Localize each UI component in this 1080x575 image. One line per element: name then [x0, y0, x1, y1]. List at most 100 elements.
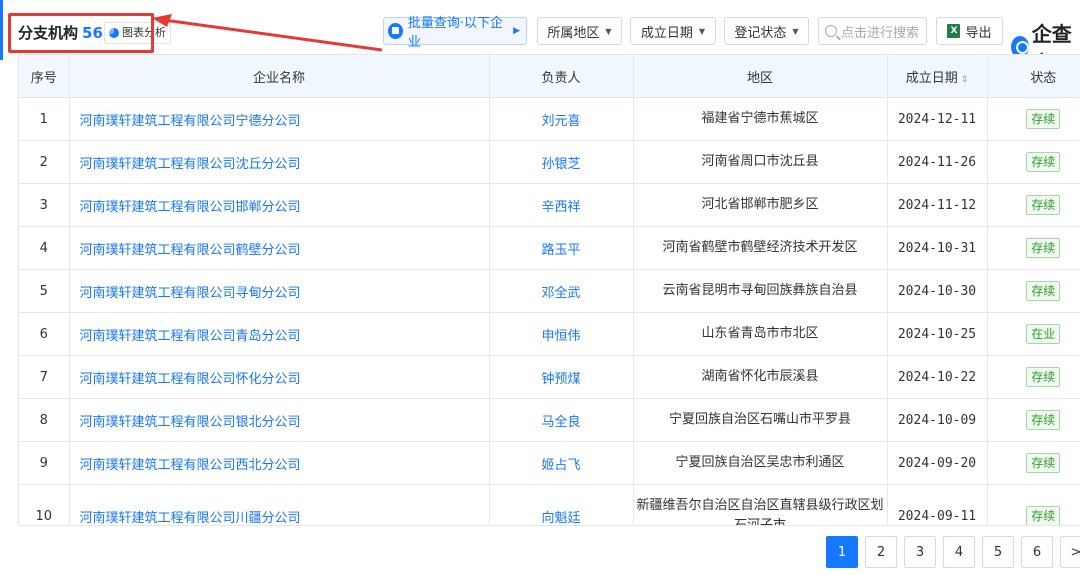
- status-filter-label: 登记状态: [734, 25, 787, 41]
- company-name-link[interactable]: 河南璞轩建筑工程有限公司鹤壁分公司: [69, 226, 490, 270]
- chevron-down-icon: ▼: [792, 26, 799, 36]
- row-number: 5: [19, 269, 70, 313]
- table-row: 3 河南璞轩建筑工程有限公司邯郸分公司 辛西祥 河北省邯郸市肥乡区 2024-11-12…: [19, 183, 1080, 227]
- sort-icon[interactable]: ⇕: [961, 75, 969, 85]
- batch-query-label: 批量查询·以下企业: [407, 16, 503, 50]
- company-name-link[interactable]: 河南璞轩建筑工程有限公司邯郸分公司: [69, 183, 490, 227]
- established-date: 2024-11-12: [887, 183, 988, 227]
- row-number: 10: [19, 484, 70, 525]
- status-cell: 在业: [987, 312, 1080, 356]
- search-icon: [825, 25, 837, 37]
- status-cell: 存续: [987, 226, 1080, 270]
- section-header: 分支机构 56 图表分析 ■ 批量查询·以下企业 ▶ 所属地区 ▼ 成立日期 ▼ …: [0, 0, 1080, 75]
- annotation-highlight-box: [8, 13, 154, 53]
- region-cell: 宁夏回族自治区吴忠市利通区: [633, 441, 888, 485]
- col-header-date[interactable]: 成立日期 ⇕: [887, 55, 988, 98]
- table-row: 5 河南璞轩建筑工程有限公司寻甸分公司 邓全武 云南省昆明市寻甸回族彝族自治县 2024…: [19, 269, 1080, 313]
- row-number: 3: [19, 183, 70, 227]
- page-button-5[interactable]: 5: [982, 536, 1014, 568]
- table-row: 2 河南璞轩建筑工程有限公司沈丘分公司 孙银芝 河南省周口市沈丘县 2024-11-26…: [19, 140, 1080, 184]
- status-badge: 存续: [1026, 195, 1061, 215]
- status-badge: 存续: [1026, 453, 1061, 473]
- status-cell: 存续: [987, 441, 1080, 485]
- table-row: 1 河南璞轩建筑工程有限公司宁德分公司 刘元喜 福建省宁德市蕉城区 2024-12-11…: [19, 97, 1080, 141]
- row-number: 4: [19, 226, 70, 270]
- established-date: 2024-10-25: [887, 312, 988, 356]
- company-name-link[interactable]: 河南璞轩建筑工程有限公司寻甸分公司: [69, 269, 490, 313]
- col-header-company: 企业名称: [69, 55, 490, 98]
- row-number: 6: [19, 312, 70, 356]
- established-date: 2024-10-22: [887, 355, 988, 399]
- person-name-link[interactable]: 姬占飞: [489, 441, 634, 485]
- row-number: 2: [19, 140, 70, 184]
- date-filter-dropdown[interactable]: 成立日期 ▼: [630, 17, 716, 45]
- person-name-link[interactable]: 向魁廷: [489, 484, 634, 525]
- status-badge: 存续: [1026, 152, 1061, 172]
- col-header-date-label: 成立日期: [905, 70, 958, 86]
- region-cell: 宁夏回族自治区石嘴山市平罗县: [633, 398, 888, 442]
- status-badge: 在业: [1026, 324, 1061, 344]
- search-input[interactable]: 点击进行搜索: [818, 17, 927, 45]
- table-header-row: 序号 企业名称 负责人 地区 成立日期 ⇕ 状态: [19, 55, 1080, 98]
- pagination: 1 2 3 4 5 6 >: [826, 536, 1080, 568]
- region-cell: 新疆维吾尔自治区自治区直辖县级行政区划石河子市: [633, 484, 888, 525]
- status-cell: 存续: [987, 269, 1080, 313]
- region-cell: 河南省周口市沈丘县: [633, 140, 888, 184]
- table-row: 9 河南璞轩建筑工程有限公司西北分公司 姬占飞 宁夏回族自治区吴忠市利通区 2024-0…: [19, 441, 1080, 485]
- region-cell: 河北省邯郸市肥乡区: [633, 183, 888, 227]
- person-name-link[interactable]: 辛西祥: [489, 183, 634, 227]
- caret-right-icon: ▶: [513, 26, 520, 36]
- region-cell: 山东省青岛市市北区: [633, 312, 888, 356]
- status-badge: 存续: [1026, 410, 1061, 430]
- region-cell: 福建省宁德市蕉城区: [633, 97, 888, 141]
- next-page-button[interactable]: >: [1060, 536, 1080, 568]
- company-name-link[interactable]: 河南璞轩建筑工程有限公司青岛分公司: [69, 312, 490, 356]
- company-name-link[interactable]: 河南璞轩建筑工程有限公司怀化分公司: [69, 355, 490, 399]
- status-badge: 存续: [1026, 238, 1061, 258]
- person-name-link[interactable]: 钟预煤: [489, 355, 634, 399]
- page-button-3[interactable]: 3: [904, 536, 936, 568]
- batch-query-button[interactable]: ■ 批量查询·以下企业 ▶: [383, 16, 527, 50]
- established-date: 2024-10-30: [887, 269, 988, 313]
- status-cell: 存续: [987, 140, 1080, 184]
- col-header-status: 状态: [987, 55, 1080, 98]
- established-date: 2024-10-31: [887, 226, 988, 270]
- status-cell: 存续: [987, 484, 1080, 525]
- search-placeholder: 点击进行搜索: [841, 25, 920, 41]
- page-button-4[interactable]: 4: [943, 536, 975, 568]
- status-filter-dropdown[interactable]: 登记状态 ▼: [724, 17, 809, 45]
- status-cell: 存续: [987, 355, 1080, 399]
- page-button-1[interactable]: 1: [826, 536, 858, 568]
- established-date: 2024-09-20: [887, 441, 988, 485]
- established-date: 2024-09-11: [887, 484, 988, 525]
- company-name-link[interactable]: 河南璞轩建筑工程有限公司宁德分公司: [69, 97, 490, 141]
- status-badge: 存续: [1026, 506, 1061, 525]
- row-number: 7: [19, 355, 70, 399]
- page-button-2[interactable]: 2: [865, 536, 897, 568]
- export-button[interactable]: X 导出: [936, 17, 1003, 45]
- person-name-link[interactable]: 孙银芝: [489, 140, 634, 184]
- table-row: 10 河南璞轩建筑工程有限公司川疆分公司 向魁廷 新疆维吾尔自治区自治区直辖县级行政区…: [19, 484, 1080, 525]
- company-name-link[interactable]: 河南璞轩建筑工程有限公司西北分公司: [69, 441, 490, 485]
- col-header-person: 负责人: [489, 55, 634, 98]
- region-cell: 河南省鹤壁市鹤壁经济技术开发区: [633, 226, 888, 270]
- person-name-link[interactable]: 申恒伟: [489, 312, 634, 356]
- region-filter-dropdown[interactable]: 所属地区 ▼: [537, 17, 622, 45]
- status-badge: 存续: [1026, 367, 1061, 387]
- status-badge: 存续: [1026, 109, 1061, 129]
- chevron-down-icon: ▼: [605, 26, 612, 36]
- company-name-link[interactable]: 河南璞轩建筑工程有限公司川疆分公司: [69, 484, 490, 525]
- branch-table: 序号 企业名称 负责人 地区 成立日期 ⇕ 状态 1 河南璞轩建筑工程有限公司宁德分…: [18, 54, 1080, 526]
- region-filter-label: 所属地区: [547, 25, 600, 41]
- status-cell: 存续: [987, 97, 1080, 141]
- person-name-link[interactable]: 刘元喜: [489, 97, 634, 141]
- company-name-link[interactable]: 河南璞轩建筑工程有限公司银北分公司: [69, 398, 490, 442]
- table-row: 7 河南璞轩建筑工程有限公司怀化分公司 钟预煤 湖南省怀化市辰溪县 2024-10-22…: [19, 355, 1080, 399]
- page-button-6[interactable]: 6: [1021, 536, 1053, 568]
- date-filter-label: 成立日期: [640, 25, 693, 41]
- person-name-link[interactable]: 路玉平: [489, 226, 634, 270]
- annotation-arrow-icon: [152, 14, 383, 52]
- company-name-link[interactable]: 河南璞轩建筑工程有限公司沈丘分公司: [69, 140, 490, 184]
- person-name-link[interactable]: 马全良: [489, 398, 634, 442]
- person-name-link[interactable]: 邓全武: [489, 269, 634, 313]
